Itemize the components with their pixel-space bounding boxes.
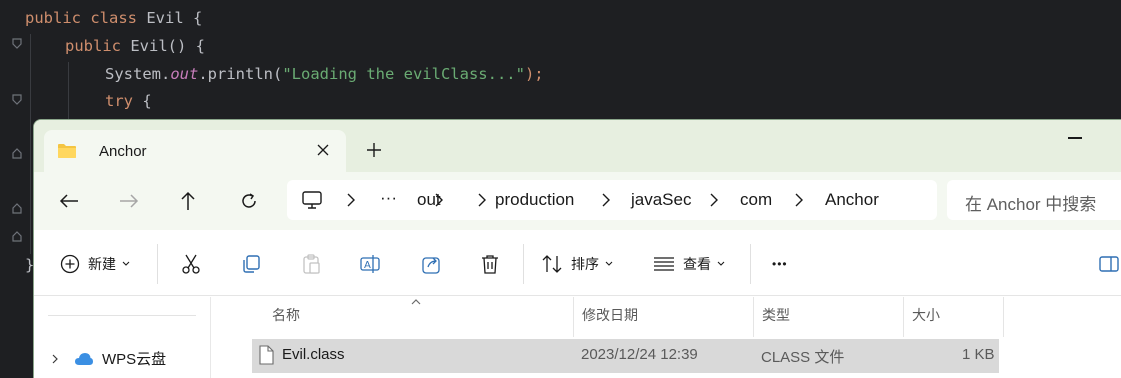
breadcrumb-out[interactable]: out [417,189,441,211]
column-header-size[interactable]: 大小 [912,297,940,337]
navigation-bar: ··· out production javaSec com Anchor 在 … [34,172,1121,230]
tab-anchor[interactable]: Anchor [44,130,346,172]
more-icon: ••• [772,257,788,271]
file-row[interactable]: Evil.class 2023/12/24 12:39 CLASS 文件 1 K… [252,339,999,373]
copy-icon [243,255,260,273]
toolbar-divider [523,244,524,284]
address-bar[interactable]: ··· out production javaSec com Anchor [287,180,937,220]
breadcrumb-com[interactable]: com [740,189,772,211]
code-line-1: public class Evil { [25,9,203,27]
minimize-button[interactable] [1068,137,1082,139]
scissors-icon [182,254,200,274]
code-line-4: try { [105,92,152,110]
breadcrumb-javasec[interactable]: javaSec [631,189,691,211]
column-divider[interactable] [1003,297,1004,337]
code-line-3: System.out.println("Loading the evilClas… [105,65,544,83]
cloud-icon [75,352,93,365]
sort-label: 排序 [571,256,599,272]
breadcrumb-overflow[interactable]: ··· [380,187,397,209]
trash-icon [482,255,498,274]
details-pane-icon [1099,256,1119,272]
search-input[interactable]: 在 Anchor 中搜索 [947,180,1121,220]
new-tab-icon[interactable] [364,140,384,160]
chevron-down-icon [605,261,613,266]
up-arrow-icon[interactable] [177,190,199,212]
paste-button[interactable] [300,252,322,276]
copy-button[interactable] [240,252,262,276]
sidebar-divider [48,315,196,316]
view-label: 查看 [683,256,711,272]
file-modified: 2023/12/24 12:39 [581,346,698,363]
code-line-2: public Evil() { [65,37,205,55]
plus-circle-icon [60,254,80,274]
search-placeholder: 在 Anchor 中搜索 [965,195,1097,214]
title-bar[interactable]: Anchor [34,120,1121,172]
sort-icon [542,255,562,273]
svg-text:A: A [364,260,371,271]
new-button[interactable]: 新建 [60,252,130,276]
view-list-icon [654,257,674,271]
file-explorer-window[interactable]: Anchor ··· out production javaSec com An… [33,119,1121,378]
more-options-button[interactable]: ••• [772,252,788,276]
chevron-right-icon[interactable] [345,190,357,210]
details-pane-button[interactable] [1098,252,1120,276]
sidebar-item-wps-cloud[interactable]: WPS云盘 [50,348,166,369]
chevron-right-icon[interactable] [50,353,60,365]
refresh-icon[interactable] [238,190,260,212]
cut-button[interactable] [180,252,202,276]
column-header-type[interactable]: 类型 [762,297,790,337]
delete-button[interactable] [479,252,501,276]
file-type: CLASS 文件 [761,349,845,366]
forward-arrow-icon[interactable] [118,190,140,212]
rename-button[interactable]: A [359,252,381,276]
tab-title: Anchor [99,142,147,160]
fold-marker-icon[interactable] [11,230,23,242]
chevron-down-icon [122,261,130,266]
share-icon [422,257,440,274]
clipboard-icon [303,254,320,274]
chevron-right-icon[interactable] [476,190,488,210]
fold-marker-icon[interactable] [11,202,23,214]
rename-icon: A [360,255,380,273]
chevron-right-icon[interactable] [793,190,805,210]
chevron-right-icon[interactable] [708,190,720,210]
close-icon[interactable] [314,141,332,159]
file-name: Evil.class [282,346,345,363]
column-divider[interactable] [753,297,754,337]
toolbar-divider [750,244,751,284]
column-header-name[interactable]: 名称 [272,297,300,337]
fold-marker-icon[interactable] [11,38,23,50]
chevron-down-icon [717,261,725,266]
fold-marker-icon[interactable] [11,147,23,159]
navigation-pane: WPS云盘 [34,297,211,378]
file-list: 名称 修改日期 类型 大小 Evil.class 2023/12/24 12:3… [230,297,1121,378]
view-button[interactable]: 查看 [653,252,725,276]
sort-button[interactable]: 排序 [541,252,613,276]
back-arrow-icon[interactable] [58,190,80,212]
file-size: 1 KB [962,346,995,363]
computer-icon[interactable] [301,190,323,210]
share-button[interactable] [420,252,442,276]
new-label: 新建 [88,256,116,272]
breadcrumb-production[interactable]: production [495,189,574,211]
editor-gutter [0,0,26,378]
toolbar-divider [157,244,158,284]
indent-guide [30,34,31,254]
column-divider[interactable] [573,297,574,337]
column-header-modified[interactable]: 修改日期 [582,297,638,337]
sort-ascending-icon [411,299,421,305]
command-toolbar: 新建 A 排序 查看 ••• [34,230,1121,296]
folder-icon [57,143,77,159]
indent-guide [68,62,69,122]
chevron-right-icon[interactable] [600,190,612,210]
fold-marker-icon[interactable] [11,94,23,106]
breadcrumb-anchor[interactable]: Anchor [825,189,879,211]
column-divider[interactable] [903,297,904,337]
file-icon [259,345,274,365]
sidebar-item-label: WPS云盘 [102,351,167,368]
